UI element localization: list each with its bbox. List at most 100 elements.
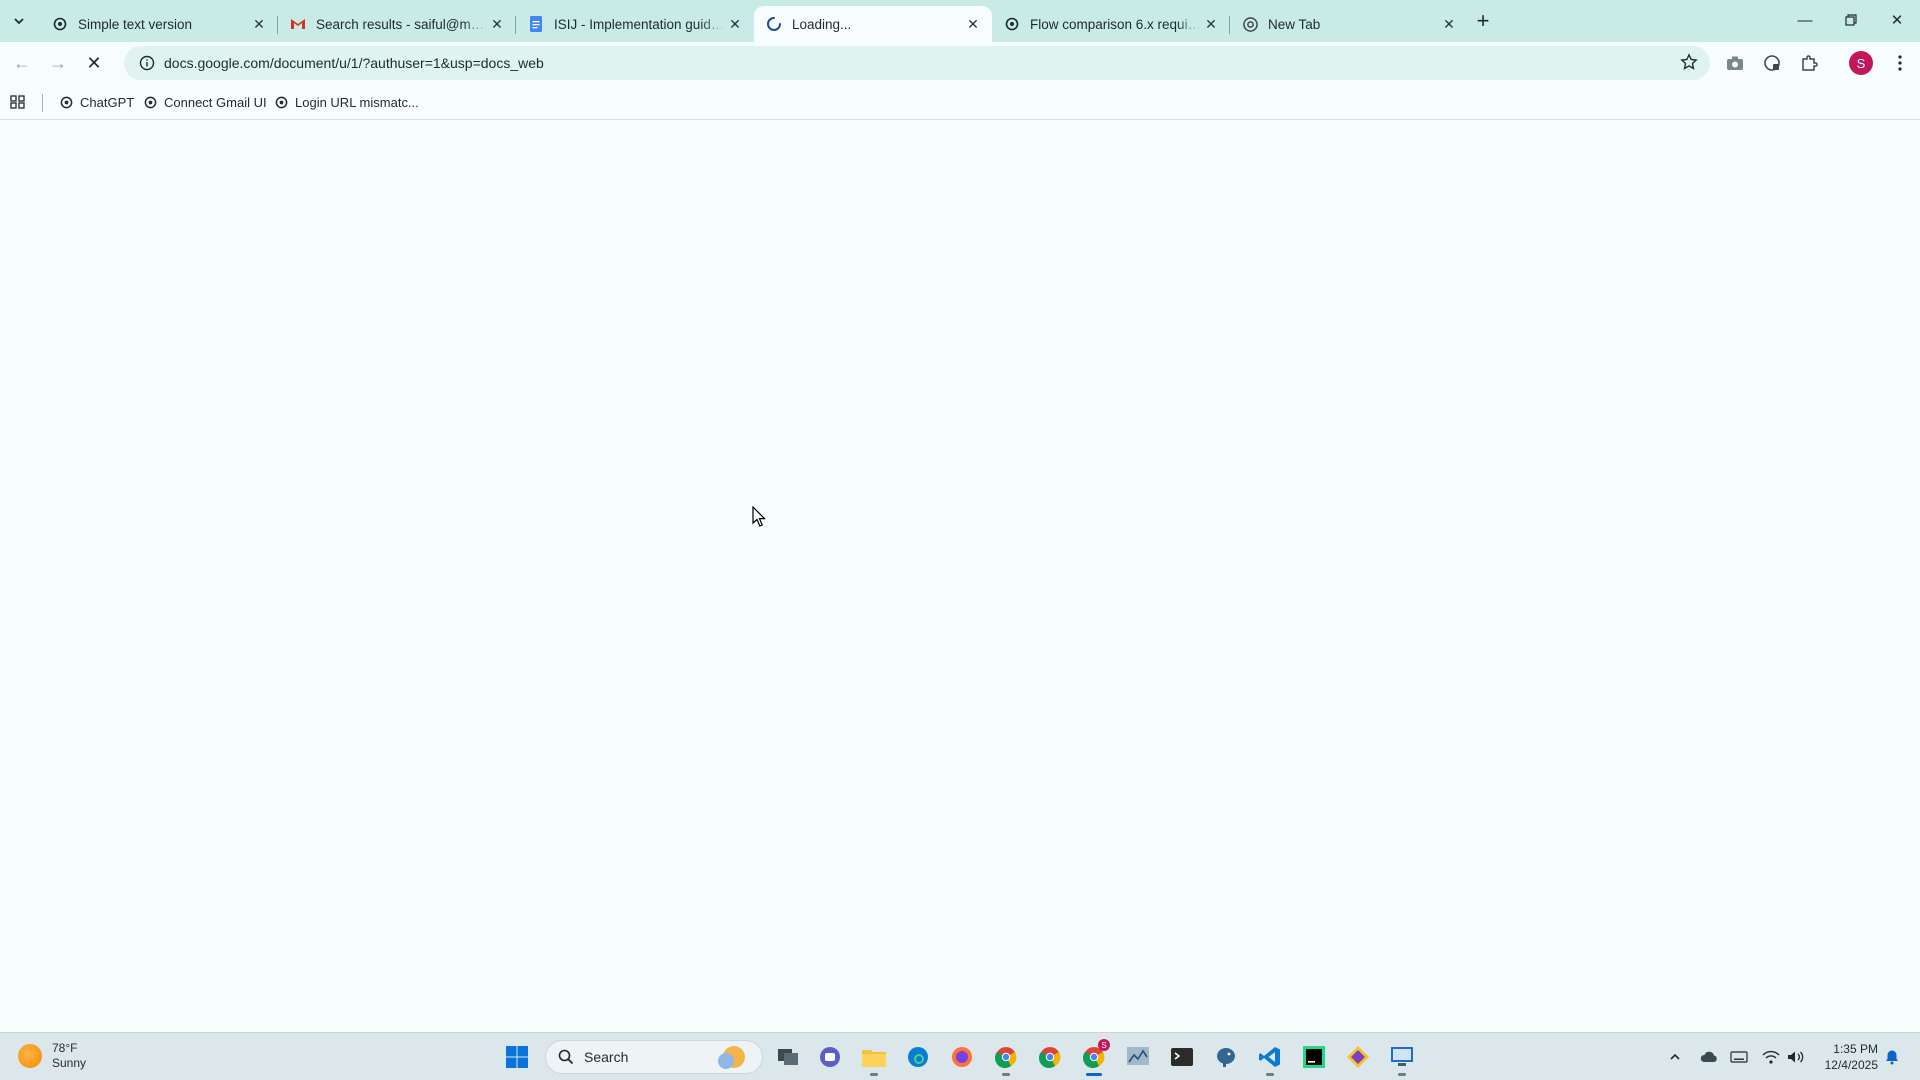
wifi-icon	[1762, 1050, 1780, 1064]
google-docs-icon	[528, 16, 544, 32]
bookmarks-divider	[42, 94, 43, 112]
tab-title: Search results - saiful@moment	[316, 16, 488, 32]
elephant-icon	[1217, 1048, 1235, 1067]
chart-window-icon	[1127, 1047, 1149, 1065]
new-tab-button[interactable]: +	[1470, 8, 1496, 34]
running-indicator	[870, 1073, 878, 1076]
chrome-icon	[1242, 16, 1258, 32]
pycharm-icon	[1303, 1046, 1325, 1068]
task-view-button[interactable]	[772, 1041, 804, 1073]
chrome-active-button[interactable]: S	[1078, 1039, 1110, 1076]
extension-button[interactable]	[1758, 49, 1786, 77]
search-label: Search	[584, 1049, 629, 1065]
notifications-button[interactable]	[1881, 1045, 1903, 1069]
close-icon: ✕	[1890, 12, 1904, 29]
bookmarks-bar: ChatGPT Connect Gmail UI Login URL misma…	[0, 84, 1920, 120]
weather-temp: 78°F	[52, 1041, 78, 1055]
search-highlight-icon	[718, 1046, 745, 1069]
bookmark-connect-gmail-ui[interactable]: Connect Gmail UI	[142, 90, 267, 114]
close-window-button[interactable]: ✕	[1874, 0, 1920, 40]
git-client-button[interactable]	[1342, 1041, 1374, 1073]
close-icon[interactable]: ✕	[964, 15, 982, 33]
terminal-button[interactable]	[1166, 1041, 1198, 1073]
clock-time: 1:35 PM	[1833, 1042, 1878, 1056]
bookmark-chatgpt[interactable]: ChatGPT	[58, 90, 134, 114]
firefox-icon	[952, 1047, 972, 1067]
edge-button[interactable]	[902, 1041, 934, 1073]
monitor-app-button[interactable]	[1122, 1041, 1154, 1073]
close-icon[interactable]: ✕	[488, 15, 506, 33]
tab-gmail-search[interactable]: Search results - saiful@moment ✕	[277, 8, 516, 40]
tab-flow-comparison[interactable]: Flow comparison 6.x requireme ✕	[992, 8, 1230, 40]
apps-button[interactable]	[10, 90, 26, 114]
tab-isij-implementation-guide[interactable]: ISIJ - Implementation guide - G ✕	[515, 8, 754, 40]
close-icon[interactable]: ✕	[1440, 15, 1458, 33]
tab-title: Simple text version	[78, 16, 193, 32]
bell-icon	[1886, 1050, 1898, 1065]
search-icon	[558, 1049, 574, 1065]
firefox-button[interactable]	[946, 1041, 978, 1073]
bookmark-label: Connect Gmail UI	[164, 94, 267, 110]
postgresql-button[interactable]	[1210, 1041, 1242, 1073]
bookmark-login-url-mismatch[interactable]: Login URL mismatc...	[273, 90, 419, 114]
tab-search-button[interactable]	[6, 8, 32, 34]
restore-button[interactable]	[1828, 0, 1874, 40]
windows-taskbar: 78°F Sunny Search S 1:35 PM 12/4/2025	[0, 1032, 1920, 1080]
start-button[interactable]	[501, 1041, 533, 1073]
tab-loading-active[interactable]: Loading... ✕	[754, 6, 992, 42]
tab-new-tab[interactable]: New Tab ✕	[1229, 8, 1468, 40]
stop-loading-button[interactable]: ✕	[80, 49, 108, 77]
bookmark-star-icon[interactable]	[1680, 53, 1698, 76]
onedrive-button[interactable]	[1698, 1045, 1720, 1069]
windows-logo-icon	[506, 1046, 528, 1068]
weather-widget[interactable]: 78°F Sunny	[18, 1041, 86, 1071]
arrow-right-icon: →	[49, 52, 67, 73]
profile-avatar[interactable]: S	[1849, 51, 1873, 75]
screenshot-button[interactable]	[1721, 49, 1749, 77]
tab-simple-text-version[interactable]: Simple text version ✕	[40, 8, 278, 40]
tab-list: Simple text version ✕ Search results - s…	[40, 6, 1468, 42]
vscode-button[interactable]	[1254, 1041, 1286, 1076]
back-button[interactable]: ←	[8, 49, 36, 77]
arrow-left-icon: ←	[13, 52, 31, 73]
file-explorer-button[interactable]	[858, 1041, 890, 1076]
task-view-icon	[778, 1049, 798, 1065]
plus-icon: +	[1476, 8, 1490, 33]
extensions-menu-button[interactable]	[1795, 49, 1823, 77]
cloud-icon	[1700, 1051, 1717, 1062]
address-bar[interactable]: docs.google.com/document/u/1/?authuser=1…	[124, 46, 1710, 80]
taskbar-search-box[interactable]: Search	[545, 1040, 763, 1074]
close-icon[interactable]: ✕	[726, 15, 744, 33]
tab-strip: Simple text version ✕ Search results - s…	[0, 0, 1920, 42]
show-hidden-icons-button[interactable]	[1664, 1045, 1686, 1069]
close-icon[interactable]: ✕	[1202, 15, 1220, 33]
chrome-button[interactable]	[1034, 1041, 1066, 1073]
page-content-loading	[0, 121, 1920, 1032]
chevron-down-icon	[14, 18, 24, 25]
running-indicator	[1398, 1073, 1406, 1076]
chrome-icon	[1039, 1047, 1061, 1068]
keyboard-input-button[interactable]	[1728, 1045, 1750, 1069]
browser-menu-button[interactable]	[1886, 49, 1914, 77]
weather-condition: Sunny	[52, 1056, 87, 1070]
loading-spinner-icon	[766, 16, 782, 32]
minimize-button[interactable]: —	[1782, 0, 1828, 40]
remote-desktop-button[interactable]	[1386, 1041, 1418, 1076]
folder-icon	[862, 1050, 886, 1067]
chrome-icon	[995, 1047, 1017, 1068]
taskbar-clock[interactable]: 1:35 PM 12/4/2025	[1812, 1041, 1878, 1073]
tab-title: Flow comparison 6.x requireme	[1030, 16, 1202, 32]
speaker-icon	[1788, 1051, 1804, 1063]
close-icon[interactable]: ✕	[250, 15, 268, 33]
camera-icon	[1727, 56, 1743, 70]
teams-chat-button[interactable]	[814, 1041, 846, 1073]
chatgpt-icon	[58, 94, 74, 110]
chrome-profile-button[interactable]	[990, 1041, 1022, 1076]
wifi-button[interactable]	[1760, 1045, 1782, 1069]
site-info-icon[interactable]	[130, 55, 164, 71]
pycharm-button[interactable]	[1298, 1041, 1330, 1073]
url-text[interactable]: docs.google.com/document/u/1/?authuser=1…	[164, 55, 544, 71]
forward-button[interactable]: →	[44, 49, 72, 77]
volume-button[interactable]	[1785, 1045, 1807, 1069]
mouse-cursor-icon	[752, 506, 766, 527]
